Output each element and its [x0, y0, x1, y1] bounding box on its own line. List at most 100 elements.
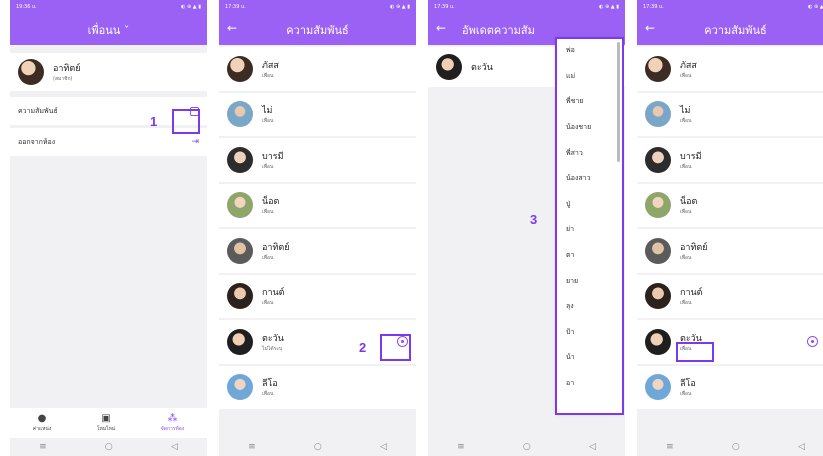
phone-screen-2: 17:39 u. ◐ ⊕ ▲ ▮ ← ความสัมพันธ์ ภัสส เพื่… — [219, 0, 416, 456]
friend-relation: เพื่อน — [262, 254, 274, 261]
phone-screen-4: 17:39 u. ◐ ⊕ ▲ ▮ ← ความสัมพันธ์ ภัสสเพื่… — [637, 0, 823, 456]
friend-row[interactable]: ตะวัน เพื่อน — [637, 320, 823, 364]
app-bar: เพื่อนน ˇ — [10, 14, 207, 45]
friend-name: กานต์ — [262, 288, 285, 299]
nav-label: จัดการห้อง — [160, 426, 185, 432]
status-time: 17:39 u. — [643, 4, 664, 10]
callout-number: 1 — [150, 114, 158, 129]
menu-icon[interactable]: ≡ — [457, 442, 465, 452]
highlight-box — [676, 342, 714, 362]
avatar — [645, 55, 671, 82]
home-icon[interactable]: ○ — [314, 442, 322, 452]
friend-row[interactable]: ภัสส เพื่อน — [637, 47, 823, 91]
friend-relation: เพื่อน — [262, 72, 274, 79]
friend-row[interactable]: ลีโอ เพื่อน — [637, 365, 823, 409]
page-title: ความสัมพันธ์ — [704, 23, 767, 37]
friend-row[interactable]: อาทิตย์ เพื่อน — [637, 229, 823, 273]
nav-label: โหมไหม่ — [96, 426, 116, 432]
leave-label: ออกจากห้อง — [18, 137, 56, 146]
status-bar: 17:39 u. ◐ ⊕ ▲ ▮ — [219, 0, 416, 14]
avatar — [645, 237, 671, 264]
friend-name: ลีโอ — [680, 379, 696, 390]
room-title-dropdown[interactable]: เพื่อนน ˇ — [20, 21, 197, 39]
avatar — [227, 237, 253, 264]
home-icon[interactable]: ○ — [732, 442, 740, 452]
user-name: อาทิตย์ — [53, 64, 81, 74]
bottom-nav: ● ค่าแหน่ง ▣ โหมไหม่ ⁂ จัดการห้อง — [10, 408, 207, 438]
friend-relation: เพื่อน — [262, 209, 274, 216]
friend-name: ลีโอ — [262, 379, 278, 390]
back-arrow-icon[interactable]: ← — [645, 21, 655, 35]
friend-row[interactable]: ลีโอ เพื่อน — [219, 365, 416, 409]
friend-name: น็อต — [680, 197, 698, 208]
status-time: 17:39 u. — [225, 4, 246, 10]
friend-row[interactable]: น็อต เพื่อน — [637, 183, 823, 227]
friend-relation: เพื่อน — [680, 391, 692, 398]
status-bar: 19:36 u. ◐ ⊕ ▲ ▮ — [10, 0, 207, 14]
friend-relation: เพื่อน — [262, 300, 274, 307]
home-icon[interactable]: ○ — [523, 442, 531, 452]
avatar — [436, 54, 462, 80]
friend-name: ไม่ — [680, 106, 691, 117]
friend-relation: ไม่ได้ระบุ — [262, 345, 283, 352]
avatar — [645, 374, 671, 401]
friend-name: อาทิตย์ — [680, 242, 708, 253]
avatar — [645, 101, 671, 128]
edit-relation-icon[interactable] — [807, 336, 818, 347]
back-nav-icon[interactable]: ◁ — [171, 442, 178, 452]
friend-name: น็อต — [262, 197, 280, 208]
nav-gallery[interactable]: ▣ โหมไหม่ — [97, 413, 115, 433]
friend-relation: เพื่อน — [680, 254, 692, 261]
avatar — [227, 55, 253, 82]
friend-row[interactable]: กานต์ เพื่อน — [219, 274, 416, 318]
exit-icon: ⇥ — [191, 137, 199, 147]
friend-list: ภัสส เพื่อน ไม่ เพื่อน บารมี เพื่อน น็อต เพื… — [637, 47, 823, 409]
friend-row[interactable]: กานต์ เพื่อน — [637, 274, 823, 318]
home-icon[interactable]: ○ — [105, 442, 113, 452]
friend-relation: เพื่อน — [680, 300, 692, 307]
friend-relation: เพื่อน — [680, 163, 692, 170]
page-title: ความสัมพันธ์ — [286, 23, 349, 37]
nav-manage-room[interactable]: ⁂ จัดการห้อง — [161, 413, 184, 433]
friend-relation: เพื่อน — [262, 118, 274, 125]
back-nav-icon[interactable]: ◁ — [798, 442, 805, 452]
system-nav: ≡ ○ ◁ — [428, 438, 625, 456]
friend-name: ภัสส — [262, 60, 279, 71]
friend-name: บารมี — [680, 151, 702, 162]
friend-row[interactable]: ไม่ เพื่อน — [637, 92, 823, 136]
system-nav: ≡ ○ ◁ — [219, 438, 416, 456]
app-bar: ← ความสัมพันธ์ — [637, 14, 823, 45]
friend-row[interactable]: อาทิตย์ เพื่อน — [219, 229, 416, 273]
status-icons: ◐ ⊕ ▲ ▮ — [181, 4, 201, 10]
callout-number: 2 — [359, 340, 367, 355]
person-name: ตะวัน — [471, 63, 493, 73]
nav-location[interactable]: ● ค่าแหน่ง — [33, 413, 52, 433]
friend-name: กานต์ — [680, 288, 703, 299]
status-icons: ◐ ⊕ ▲ ▮ — [808, 4, 823, 10]
back-arrow-icon[interactable]: ← — [227, 21, 237, 35]
highlight-box — [555, 37, 624, 415]
friend-row[interactable]: น็อต เพื่อน — [219, 183, 416, 227]
friend-row[interactable]: บารมี เพื่อน — [637, 138, 823, 182]
friend-name: ไม่ — [262, 106, 273, 117]
avatar — [227, 283, 253, 310]
friend-relation: เพื่อน — [262, 391, 274, 398]
back-nav-icon[interactable]: ◁ — [380, 442, 387, 452]
friend-relation: เพื่อน — [680, 118, 692, 125]
system-nav: ≡ ○ ◁ — [637, 438, 823, 456]
menu-icon[interactable]: ≡ — [248, 442, 256, 452]
back-arrow-icon[interactable]: ← — [436, 21, 446, 35]
page-title: อัพเดตความสัม — [462, 23, 535, 37]
menu-icon[interactable]: ≡ — [39, 442, 47, 452]
friend-name: ตะวัน — [262, 333, 284, 344]
avatar — [645, 328, 671, 355]
app-bar: ← ความสัมพันธ์ — [219, 14, 416, 45]
avatar — [227, 192, 253, 219]
back-nav-icon[interactable]: ◁ — [589, 442, 596, 452]
menu-icon[interactable]: ≡ — [666, 442, 674, 452]
nav-label: ค่าแหน่ง — [32, 426, 52, 432]
user-card[interactable]: อาทิตย์ (สมาชิก) — [10, 53, 207, 91]
friend-row[interactable]: ไม่ เพื่อน — [219, 92, 416, 136]
friend-row[interactable]: บารมี เพื่อน — [219, 138, 416, 182]
friend-row[interactable]: ภัสส เพื่อน — [219, 47, 416, 91]
